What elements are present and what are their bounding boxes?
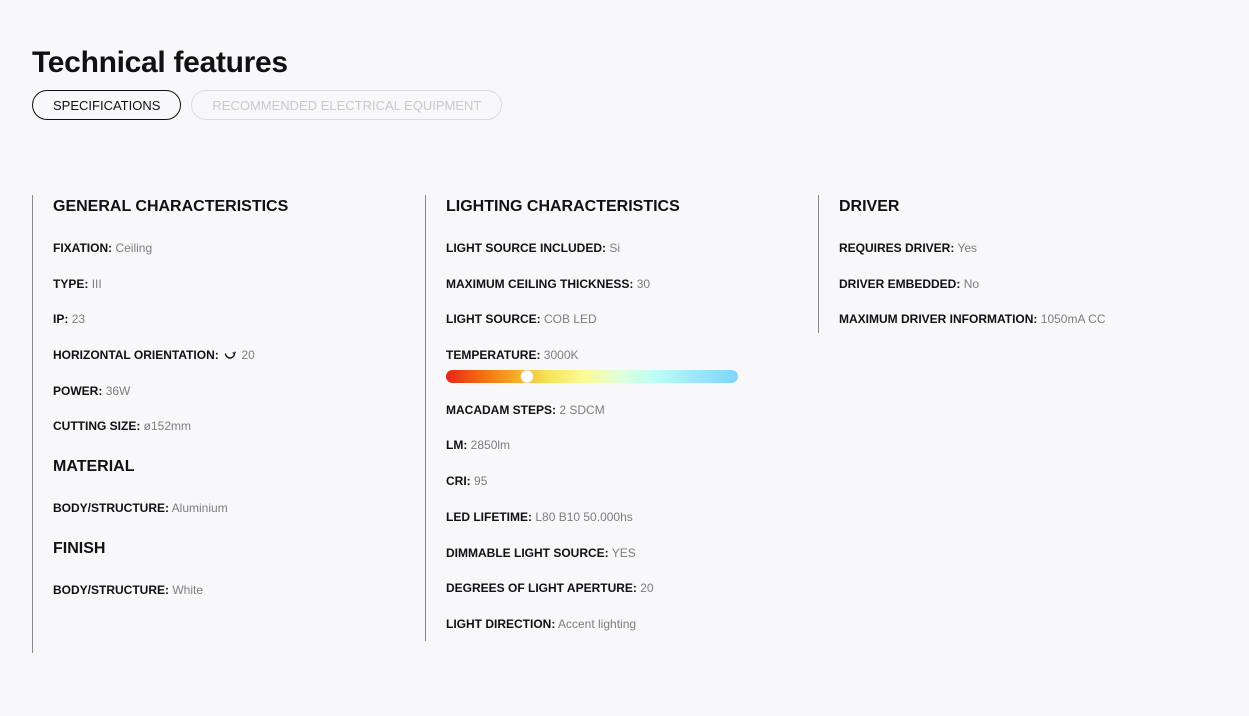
spec-row: CRI: 95	[446, 474, 488, 489]
section-title-material: MATERIAL	[53, 458, 135, 476]
spec-row: IP: 23	[53, 312, 86, 327]
spec-row: HORIZONTAL ORIENTATION: 20	[53, 348, 255, 363]
spec-row: TEMPERATURE: 3000K	[446, 348, 579, 363]
spec-row: POWER: 36W	[53, 383, 131, 398]
page-title: Technical features	[32, 46, 288, 79]
spec-row: MAXIMUM DRIVER INFORMATION: 1050mA CC	[839, 312, 1106, 327]
spec-row: BODY/STRUCTURE: White	[53, 582, 204, 597]
spec-row: FIXATION: Ceiling	[53, 241, 153, 255]
spec-row: LIGHT SOURCE INCLUDED: Si	[446, 241, 621, 255]
column-general: GENERAL CHARACTERISTICS FIXATION: Ceilin…	[32, 195, 412, 653]
spec-row: REQUIRES DRIVER: Yes	[839, 241, 978, 255]
column-lighting: LIGHTING CHARACTERISTICS LIGHT SOURCE IN…	[425, 195, 805, 641]
technical-features-page: Technical features SPECIFICATIONS RECOMM…	[0, 0, 1249, 716]
spec-row: BODY/STRUCTURE: Aluminium	[53, 501, 228, 516]
spec-row: MAXIMUM CEILING THICKNESS: 30	[446, 276, 651, 291]
section-title-driver: DRIVER	[839, 198, 900, 215]
spec-row: LIGHT DIRECTION: Accent lighting	[446, 616, 637, 631]
spec-row: TYPE: III	[53, 276, 102, 291]
tab-specifications[interactable]: SPECIFICATIONS	[32, 90, 182, 120]
section-title-general: GENERAL CHARACTERISTICS	[53, 198, 289, 215]
spec-row: DRIVER EMBEDDED: No	[839, 276, 980, 291]
temperature-scale	[446, 369, 738, 383]
temperature-marker	[520, 369, 534, 383]
spec-row: CUTTING SIZE: ø152mm	[53, 419, 192, 434]
tab-bar: SPECIFICATIONS RECOMMENDED ELECTRICAL EQ…	[32, 90, 503, 120]
spec-row: LIGHT SOURCE: COB LED	[446, 312, 597, 327]
spec-row: DEGREES OF LIGHT APERTURE: 20	[446, 581, 654, 596]
tab-recommended-electrical-equipment[interactable]: RECOMMENDED ELECTRICAL EQUIPMENT	[191, 90, 503, 120]
section-title-finish: FINISH	[53, 539, 106, 557]
spec-row: MACADAM STEPS: 2 SDCM	[446, 402, 605, 417]
spec-row: LED LIFETIME: L80 B10 50.000hs	[446, 509, 633, 524]
spec-row: DIMMABLE LIGHT SOURCE: YES	[446, 545, 636, 560]
rotate-icon	[224, 351, 237, 359]
spec-row: LM: 2850lm	[446, 438, 511, 453]
column-driver: DRIVER REQUIRES DRIVER: Yes DRIVER EMBED…	[818, 195, 1218, 333]
section-title-lighting: LIGHTING CHARACTERISTICS	[446, 198, 680, 215]
